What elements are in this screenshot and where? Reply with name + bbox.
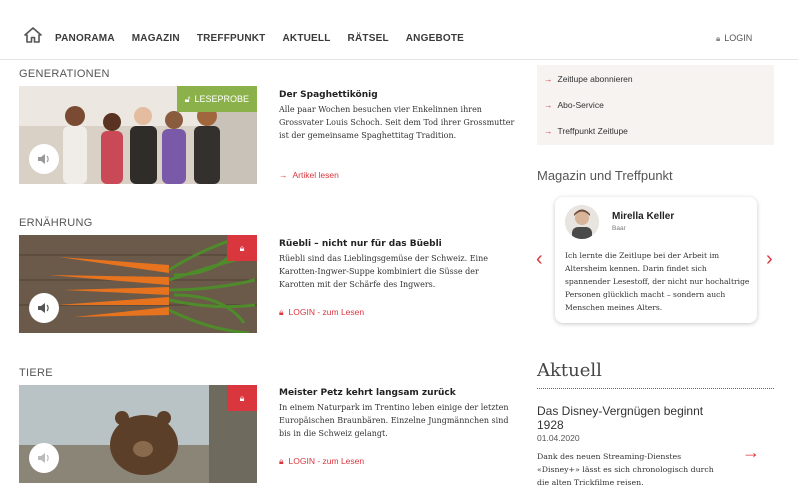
speaker-icon <box>38 154 49 164</box>
article-read-link[interactable]: → Artikel lesen <box>279 170 339 180</box>
article-teaser: Alle paar Wochen besuchen vier Enkelinne… <box>279 105 515 140</box>
article-login-link[interactable]: 🔒︎ LOGIN - zum Lesen <box>279 456 364 467</box>
nav-treffpunkt[interactable]: TREFFPUNKT <box>197 33 266 44</box>
nav-panorama[interactable]: PANORAMA <box>55 33 115 44</box>
top-navigation: PANORAMA MAGAZIN TREFFPUNKT AKTUELL RÄTS… <box>0 0 798 60</box>
leseprobe-badge: 🔓︎ LESEPROBE <box>176 86 257 112</box>
article-title[interactable]: Der Spaghettikönig <box>279 90 378 100</box>
carousel-prev-button[interactable]: ‹ <box>536 249 543 269</box>
lock-icon: 🔒︎ <box>716 34 721 43</box>
article-image-family[interactable]: 🔓︎ LESEPROBE <box>19 86 257 184</box>
article-title[interactable]: Meister Petz kehrt langsam zurück <box>279 388 456 398</box>
news-teaser: Dank des neuen Streaming-Dienstes «Disne… <box>537 452 714 487</box>
article-teaser: Rüebli sind das Lieblingsgemüse der Schw… <box>279 254 488 289</box>
arrow-right-icon[interactable]: → <box>742 442 760 463</box>
home-icon[interactable] <box>24 27 42 43</box>
category-label: ERNÄHRUNG <box>19 217 93 229</box>
category-label: GENERATIONEN <box>19 68 110 80</box>
article-link-label: Artikel lesen <box>292 170 339 180</box>
subscription-links-box: → Zeitlupe abonnieren → Abo-Service → Treff… <box>537 65 774 145</box>
locked-badge: 🔒︎ <box>227 385 257 411</box>
divider <box>537 388 774 389</box>
article-image-bear[interactable]: 🔒︎ <box>19 385 257 483</box>
link-treffpunkt-zeitlupe[interactable]: → Treffpunkt Zeitlupe <box>544 126 628 136</box>
nav-raetsel[interactable]: RÄTSEL <box>348 33 389 44</box>
sidelink-label: Treffpunkt Zeitlupe <box>557 126 628 136</box>
news-date: 01.04.2020 <box>537 433 580 443</box>
carousel-next-button[interactable]: › <box>766 249 773 269</box>
testimonial-name: Mirella Keller <box>612 211 675 222</box>
audio-button[interactable] <box>29 443 59 473</box>
arrow-right-icon: → <box>544 126 553 136</box>
audio-button[interactable] <box>29 144 59 174</box>
title-part: Treffpunkt <box>614 168 673 183</box>
arrow-right-icon: → <box>279 170 288 180</box>
speaker-icon <box>38 453 49 463</box>
lock-icon: 🔒︎ <box>279 456 284 466</box>
unlock-icon: 🔓︎ <box>184 93 191 104</box>
sidelink-label: Zeitlupe abonnieren <box>557 74 633 84</box>
title-part: und <box>589 168 612 183</box>
login-label: LOGIN <box>724 33 753 43</box>
title-part: Magazin <box>537 168 587 183</box>
article-login-link[interactable]: 🔒︎ LOGIN - zum Lesen <box>279 307 364 318</box>
lock-icon: 🔒︎ <box>279 307 284 317</box>
article-image-carrots[interactable]: 🔒︎ <box>19 235 257 333</box>
testimonial-place: Baar <box>612 225 626 232</box>
audio-button[interactable] <box>29 293 59 323</box>
lock-icon: 🔒︎ <box>239 242 245 253</box>
article-title[interactable]: Rüebli – nicht nur für das Büebli <box>279 239 442 249</box>
nav-aktuell[interactable]: AKTUELL <box>282 33 330 44</box>
news-headline[interactable]: Das Disney-Vergnügen beginnt 1928 <box>537 404 727 432</box>
article-teaser: In einem Naturpark im Trentino leben ein… <box>279 403 509 438</box>
testimonial-card: Mirella Keller Baar Ich lernte die Zeitl… <box>555 197 757 323</box>
person-photo <box>565 205 599 239</box>
main-menu: PANORAMA MAGAZIN TREFFPUNKT AKTUELL RÄTS… <box>55 33 481 44</box>
speaker-icon <box>38 303 49 313</box>
sidelink-label: Abo-Service <box>557 100 604 110</box>
arrow-right-icon: → <box>544 74 553 84</box>
nav-angebote[interactable]: ANGEBOTE <box>406 33 464 44</box>
badge-label: LESEPROBE <box>194 94 249 104</box>
link-abo-service[interactable]: → Abo-Service <box>544 100 604 110</box>
section-title-magazin-treffpunkt: Magazin und Treffpunkt <box>537 168 673 183</box>
login-link[interactable]: 🔒︎ LOGIN <box>716 33 752 44</box>
nav-magazin[interactable]: MAGAZIN <box>132 33 180 44</box>
article-link-label: LOGIN - zum Lesen <box>288 307 365 317</box>
locked-badge: 🔒︎ <box>227 235 257 261</box>
category-label: TIERE <box>19 367 53 379</box>
article-link-label: LOGIN - zum Lesen <box>288 456 365 466</box>
arrow-right-icon: → <box>544 100 553 110</box>
testimonial-quote: Ich lernte die Zeitlupe bei der Arbeit i… <box>565 251 750 312</box>
avatar <box>565 205 599 239</box>
lock-icon: 🔒︎ <box>239 392 245 403</box>
link-zeitlupe-abonnieren[interactable]: → Zeitlupe abonnieren <box>544 74 633 84</box>
section-title-aktuell: Aktuell <box>537 360 602 381</box>
